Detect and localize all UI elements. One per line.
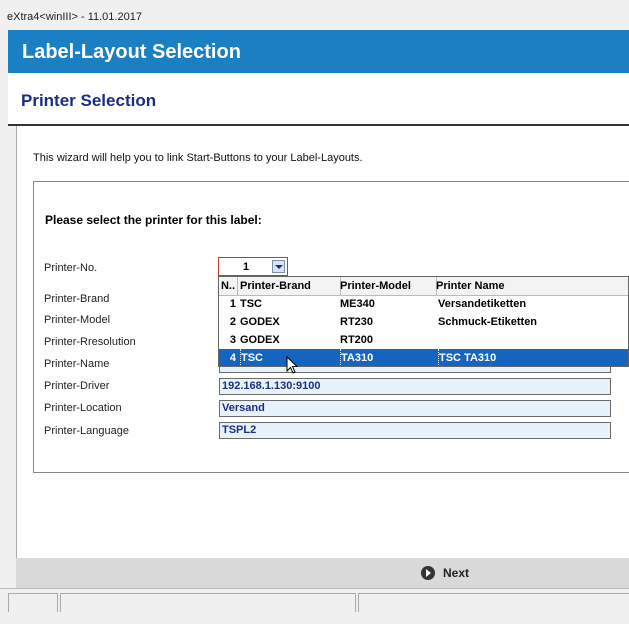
printer-language-label: Printer-Language	[44, 425, 130, 437]
next-button[interactable]: Next	[421, 563, 469, 583]
dropdown-row[interactable]: 2 GODEX RT230 Schmuck-Etiketten	[219, 313, 628, 331]
printer-dropdown-list[interactable]: N.. Printer-Brand Printer-Model Printer …	[218, 276, 629, 367]
banner-title: Label-Layout Selection	[22, 41, 241, 63]
printer-location-label: Printer-Location	[44, 402, 122, 414]
printer-driver-field[interactable]: 192.168.1.130:9100	[219, 378, 611, 395]
row-model: TA310	[340, 349, 437, 366]
arrow-right-circle-icon	[421, 566, 435, 580]
dropdown-row-selected[interactable]: 4 TSC TA310 TSC TA310	[219, 349, 628, 366]
row-model: RT230	[340, 316, 374, 328]
status-segment	[60, 593, 356, 612]
step-title: Printer Selection	[21, 91, 157, 110]
printer-driver-label: Printer-Driver	[44, 380, 110, 392]
status-segment	[358, 593, 629, 612]
printer-resolution-label: Printer-Rresolution	[44, 336, 136, 348]
printer-no-label: Printer-No.	[44, 262, 98, 274]
next-button-label: Next	[443, 566, 470, 580]
row-name: Schmuck-Etiketten	[438, 316, 538, 328]
dropdown-row[interactable]: 1 TSC ME340 Versandetiketten	[219, 295, 628, 313]
row-no: 3	[229, 334, 236, 346]
window-titlebar: eXtra4<winIII> - 11.01.2017	[0, 0, 629, 30]
printer-name-label: Printer-Name	[44, 358, 110, 370]
dropdown-header-row: N.. Printer-Brand Printer-Model Printer …	[219, 277, 628, 296]
row-no: 1	[229, 298, 236, 310]
column-header-model: Printer-Model	[338, 277, 437, 295]
row-no: 2	[229, 316, 236, 328]
row-brand: TSC	[240, 298, 262, 310]
printer-language-field[interactable]: TSPL2	[219, 422, 611, 439]
dropdown-row[interactable]: 3 GODEX RT200	[219, 331, 628, 349]
row-name	[438, 331, 628, 349]
window-title: eXtra4<winIII> - 11.01.2017	[7, 11, 142, 23]
status-bar	[0, 588, 629, 624]
chevron-down-icon[interactable]	[272, 260, 285, 273]
row-no: 4	[229, 352, 236, 364]
row-name: TSC TA310	[438, 349, 628, 366]
column-header-no: N..	[219, 277, 238, 295]
row-name: Versandetiketten	[438, 298, 527, 310]
column-header-brand: Printer-Brand	[238, 277, 341, 295]
row-model: ME340	[340, 298, 375, 310]
printer-model-label: Printer-Model	[44, 314, 111, 326]
printer-no-value: 1	[243, 261, 250, 273]
group-title: Please select the printer for this label…	[45, 213, 262, 227]
printer-location-field[interactable]: Versand	[219, 400, 611, 417]
wizard-button-bar: Next	[16, 558, 629, 588]
mouse-cursor-icon	[286, 356, 299, 374]
intro-text: This wizard will help you to link Start-…	[33, 152, 363, 164]
printer-no-combobox[interactable]: 1	[218, 257, 288, 276]
status-segment	[8, 593, 58, 612]
column-header-name: Printer Name	[436, 280, 505, 292]
printer-brand-label: Printer-Brand	[44, 293, 110, 305]
row-brand: GODEX	[240, 334, 280, 346]
step-header: Printer Selection	[8, 73, 629, 126]
row-brand: GODEX	[240, 316, 280, 328]
row-model: RT200	[340, 334, 374, 346]
wizard-banner: Label-Layout Selection	[8, 30, 629, 73]
